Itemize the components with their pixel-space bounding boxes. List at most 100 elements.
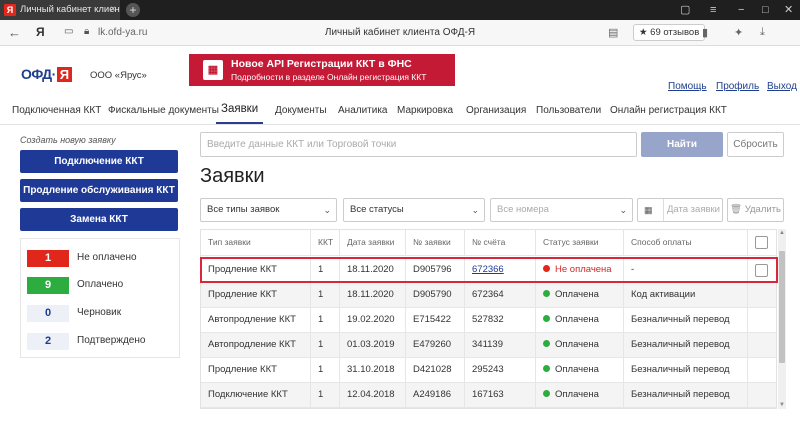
- reviews-button[interactable]: ★ 69 отзывов: [633, 24, 706, 41]
- banner-title: Новое API Регистрации ККТ в ФНС: [231, 58, 412, 70]
- cell-date: 31.10.2018: [340, 358, 406, 382]
- stat-unpaid[interactable]: 1 Не оплачено: [27, 250, 177, 267]
- yandex-home-icon[interactable]: Я: [36, 25, 45, 39]
- col-header-kkt[interactable]: ККТ: [311, 230, 340, 255]
- table-row[interactable]: Продление ККТ 1 18.11.2020 D905796 672366 Не …: [201, 258, 776, 283]
- table-row[interactable]: Автопродление ККТ 1 19.02.2020 E715422 52783…: [201, 308, 776, 333]
- reset-button[interactable]: Сбросить: [727, 132, 784, 157]
- logout-link[interactable]: Выход: [767, 81, 797, 92]
- table-row[interactable]: Продление ККТ 1 31.10.2018 D421028 295243 Опл…: [201, 358, 776, 383]
- col-header-number[interactable]: № заявки: [406, 230, 465, 255]
- bookmark-manager-icon[interactable]: ▢: [680, 3, 690, 17]
- browser-tab[interactable]: Я Личный кабинет клиента ОФД-Я ×: [0, 0, 120, 20]
- account-link[interactable]: 672366: [472, 264, 504, 275]
- table-row[interactable]: Автопродление ККТ 1 01.03.2019 E479260 34113…: [201, 333, 776, 358]
- cell-type: Продление ККТ: [201, 283, 311, 307]
- bookmark-icon[interactable]: ▮: [702, 26, 708, 39]
- close-window-icon[interactable]: ✕: [784, 3, 793, 17]
- help-link[interactable]: Помощь: [668, 81, 707, 92]
- create-request-label: Создать новую заявку: [20, 135, 116, 145]
- scroll-up-icon[interactable]: ▲: [778, 229, 786, 237]
- extend-service-button[interactable]: Продление обслуживания ККТ: [20, 179, 178, 202]
- downloads-icon[interactable]: ⤓: [760, 26, 765, 39]
- cell-type: Продление ККТ: [201, 258, 311, 282]
- status-text: Оплачена: [555, 289, 599, 300]
- cell-payment: Безналичный перевод: [624, 358, 748, 382]
- status-filter-select[interactable]: Все статусы ⌄: [343, 198, 485, 222]
- nav-item-users[interactable]: Пользователи: [536, 105, 601, 116]
- replace-kkt-button[interactable]: Замена ККТ: [20, 208, 178, 231]
- stat-paid[interactable]: 9 Оплачено: [27, 277, 177, 294]
- cell-type: Автопродление ККТ: [201, 333, 311, 357]
- ofd-logo[interactable]: ОФД· Я: [21, 66, 72, 82]
- nav-item-requests[interactable]: Заявки: [221, 103, 258, 115]
- col-header-status[interactable]: Статус заявки: [536, 230, 624, 255]
- table-row[interactable]: Продление ККТ 1 18.11.2020 D905790 672364 Опл…: [201, 283, 776, 308]
- cell-payment: Безналичный перевод: [624, 308, 748, 332]
- tab-close-icon[interactable]: ×: [110, 0, 116, 20]
- page-title: Заявки: [200, 165, 265, 187]
- profile-link[interactable]: Профиль: [716, 81, 759, 92]
- cell-num: A249186: [406, 383, 465, 407]
- chevron-down-icon: ⌄: [471, 205, 479, 215]
- cell-account: 295243: [465, 358, 536, 382]
- cell-status: Оплачена: [536, 358, 624, 382]
- search-input[interactable]: [200, 132, 637, 157]
- col-header-payment[interactable]: Способ оплаты: [624, 230, 748, 255]
- cell-account: 672366: [465, 258, 536, 282]
- new-tab-button[interactable]: +: [126, 3, 140, 17]
- col-header-type[interactable]: Тип заявки: [201, 230, 311, 255]
- cell-num: D905796: [406, 258, 465, 282]
- cell-kkt: 1: [311, 308, 340, 332]
- date-filter-input[interactable]: ▦ Дата заявки: [637, 198, 723, 222]
- select-all-checkbox[interactable]: [755, 236, 768, 249]
- cell-select: [748, 383, 776, 407]
- number-filter-select[interactable]: Все номера ⌄: [490, 198, 633, 222]
- back-icon[interactable]: ←: [8, 25, 21, 40]
- lock-icon[interactable]: 🔒︎: [84, 26, 89, 37]
- find-button[interactable]: Найти: [641, 132, 723, 157]
- nav-item-organization[interactable]: Организация: [466, 105, 526, 116]
- status-text: Оплачена: [555, 364, 599, 375]
- stat-draft[interactable]: 0 Черновик: [27, 305, 177, 322]
- nav-item-documents[interactable]: Документы: [275, 105, 327, 116]
- cell-date: 19.02.2020: [340, 308, 406, 332]
- tabs-icon[interactable]: ▭: [64, 26, 73, 37]
- stat-confirmed[interactable]: 2 Подтверждено: [27, 333, 177, 350]
- nav-item-analytics[interactable]: Аналитика: [338, 105, 388, 116]
- maximize-icon[interactable]: □: [762, 3, 769, 17]
- col-header-date[interactable]: Дата заявки: [340, 230, 406, 255]
- nav-item-online-registration[interactable]: Онлайн регистрация ККТ: [610, 105, 727, 116]
- scroll-down-icon[interactable]: ▼: [778, 401, 786, 409]
- nav-item-fiscal-docs[interactable]: Фискальные документы: [108, 105, 219, 116]
- trash-icon: 🗑︎: [730, 204, 743, 215]
- stat-paid-label: Оплачено: [77, 279, 124, 290]
- extensions-icon[interactable]: ✦: [734, 26, 743, 39]
- translate-icon[interactable]: ▤: [608, 26, 618, 39]
- col-header-select: [748, 230, 776, 255]
- cell-account: 167163: [465, 383, 536, 407]
- cell-kkt: 1: [311, 258, 340, 282]
- menu-icon[interactable]: ≡: [710, 3, 716, 17]
- status-text: Оплачена: [555, 314, 599, 325]
- logo-ya-mark: Я: [56, 67, 72, 82]
- delete-button[interactable]: 🗑︎ Удалить: [727, 198, 784, 222]
- scrollbar-thumb[interactable]: [779, 251, 785, 363]
- row-checkbox[interactable]: [755, 264, 768, 277]
- minimize-icon[interactable]: −: [738, 3, 744, 17]
- url-text[interactable]: lk.ofd-ya.ru: [98, 27, 147, 38]
- cell-type: Автопродление ККТ: [201, 308, 311, 332]
- connect-kkt-button[interactable]: Подключение ККТ: [20, 150, 178, 173]
- status-text: Оплачена: [555, 339, 599, 350]
- table-scrollbar[interactable]: ▲ ▼: [778, 229, 786, 409]
- date-filter-placeholder: Дата заявки: [667, 204, 720, 215]
- ok-status-icon: [543, 289, 550, 297]
- address-bar: ← Я ▭ 🔒︎ lk.ofd-ya.ru Личный кабинет кли…: [0, 20, 800, 46]
- nav-item-marking[interactable]: Маркировка: [397, 105, 453, 116]
- col-header-account[interactable]: № счёта: [465, 230, 536, 255]
- stat-unpaid-label: Не оплачено: [77, 252, 137, 263]
- nav-item-connected-kkt[interactable]: Подключенная ККТ: [12, 105, 101, 116]
- promo-banner[interactable]: ▦ Новое API Регистрации ККТ в ФНС Подроб…: [189, 54, 455, 86]
- table-row[interactable]: Подключение ККТ 1 12.04.2018 A249186 167163 О…: [201, 383, 776, 408]
- type-filter-select[interactable]: Все типы заявок ⌄: [200, 198, 337, 222]
